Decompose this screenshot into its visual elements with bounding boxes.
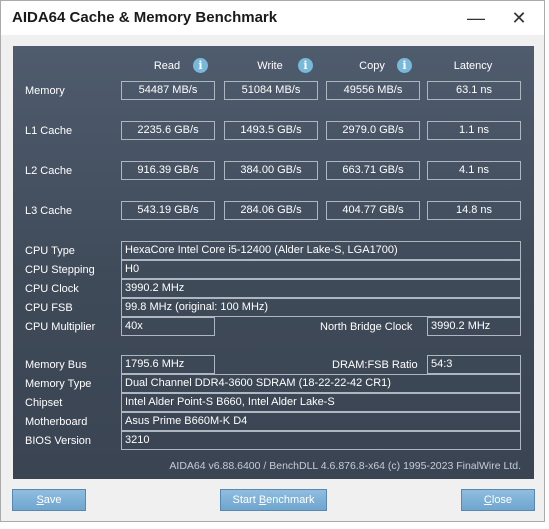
start-benchmark-label-prefix: Start [232,494,259,506]
l3-read-value: 543.19 GB/s [121,201,215,220]
memory-copy-value: 49556 MB/s [326,81,420,100]
benchmark-window: AIDA64 Cache & Memory Benchmark — ✕ Read… [0,0,545,522]
l1-read-value: 2235.6 GB/s [121,121,215,140]
window-title: AIDA64 Cache & Memory Benchmark [12,9,278,26]
close-icon[interactable]: ✕ [508,7,530,29]
memory-type-value: Dual Channel DDR4-3600 SDRAM (18-22-22-4… [121,374,521,393]
l2-latency-value: 4.1 ns [427,161,521,180]
memory-write-value: 51084 MB/s [224,81,318,100]
row-label-memory: Memory [25,85,65,97]
title-bar: AIDA64 Cache & Memory Benchmark — ✕ [1,1,544,35]
l3-latency-value: 14.8 ns [427,201,521,220]
north-bridge-clock-label: North Bridge Clock [320,321,413,333]
cpu-multiplier-value: 40x [121,317,215,336]
copyright-text: AIDA64 v6.88.6400 / BenchDLL 4.6.876.8-x… [169,460,521,472]
cpu-stepping-value: H0 [121,260,521,279]
row-label-l1-cache: L1 Cache [25,125,73,137]
row-label-l2-cache: L2 Cache [25,165,73,177]
l1-copy-value: 2979.0 GB/s [326,121,420,140]
chipset-label: Chipset [25,397,63,409]
memory-bus-value: 1795.6 MHz [121,355,215,374]
close-button-label: lose [491,494,513,506]
start-benchmark-button[interactable]: Start Benchmark [220,489,327,511]
l2-write-value: 384.00 GB/s [224,161,318,180]
minimize-icon[interactable]: — [465,7,487,29]
l1-latency-value: 1.1 ns [427,121,521,140]
save-hotkey-letter: S [36,494,44,506]
bios-version-label: BIOS Version [25,435,92,447]
cpu-stepping-label: CPU Stepping [25,264,95,276]
motherboard-value: Asus Prime B660M-K D4 [121,412,521,431]
l2-copy-value: 663.71 GB/s [326,161,420,180]
l2-read-value: 916.39 GB/s [121,161,215,180]
start-benchmark-label: enchmark [266,494,315,506]
cpu-clock-value: 3990.2 MHz [121,279,521,298]
memory-type-label: Memory Type [25,378,92,390]
close-button[interactable]: Close [461,489,535,511]
memory-bus-label: Memory Bus [25,359,87,371]
dram-fsb-ratio-value: 54:3 [427,355,521,374]
cpu-type-value: HexaCore Intel Core i5-12400 (Alder Lake… [121,241,521,260]
dram-fsb-ratio-label: DRAM:FSB Ratio [332,359,418,371]
cpu-type-label: CPU Type [25,245,75,257]
bios-version-value: 3210 [121,431,521,450]
info-icon[interactable]: i [397,58,412,73]
motherboard-label: Motherboard [25,416,88,428]
l3-copy-value: 404.77 GB/s [326,201,420,220]
column-header-latency: Latency [453,60,493,72]
l1-write-value: 1493.5 GB/s [224,121,318,140]
save-button[interactable]: Save [12,489,86,511]
chipset-value: Intel Alder Point-S B660, Intel Alder La… [121,393,521,412]
row-label-l3-cache: L3 Cache [25,205,73,217]
memory-latency-value: 63.1 ns [427,81,521,100]
cpu-clock-label: CPU Clock [25,283,79,295]
memory-read-value: 54487 MB/s [121,81,215,100]
l3-write-value: 284.06 GB/s [224,201,318,220]
benchmark-panel: Read i Write i Copy i Latency Memory 544… [13,46,534,479]
info-icon[interactable]: i [298,58,313,73]
info-icon[interactable]: i [193,58,208,73]
close-hotkey-letter: C [483,494,492,506]
cpu-fsb-value: 99.8 MHz (original: 100 MHz) [121,298,521,317]
cpu-fsb-label: CPU FSB [25,302,73,314]
save-button-label: ave [43,494,62,506]
cpu-multiplier-label: CPU Multiplier [25,321,96,333]
north-bridge-clock-value: 3990.2 MHz [427,317,521,336]
